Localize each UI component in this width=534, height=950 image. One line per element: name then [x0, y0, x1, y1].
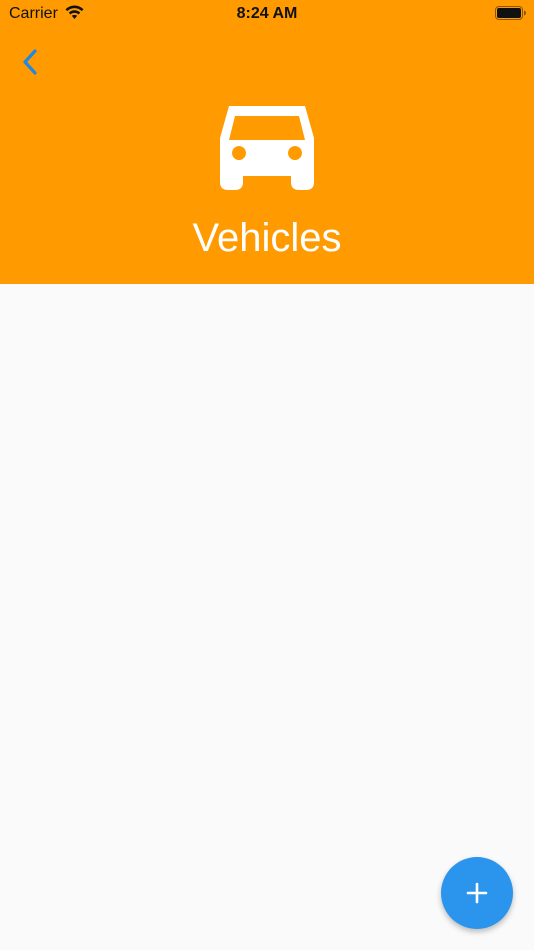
status-bar: Carrier 8:24 AM	[0, 0, 534, 28]
plus-icon	[466, 882, 488, 904]
battery-icon	[495, 6, 526, 20]
page-title: Vehicles	[192, 216, 342, 260]
vehicle-list	[0, 284, 534, 950]
header: Carrier 8:24 AM Vehicles	[0, 0, 534, 284]
back-button[interactable]	[12, 44, 48, 80]
add-vehicle-button[interactable]	[441, 857, 513, 929]
car-icon	[220, 106, 314, 190]
chevron-left-icon	[23, 49, 37, 75]
clock: 8:24 AM	[236, 5, 298, 22]
